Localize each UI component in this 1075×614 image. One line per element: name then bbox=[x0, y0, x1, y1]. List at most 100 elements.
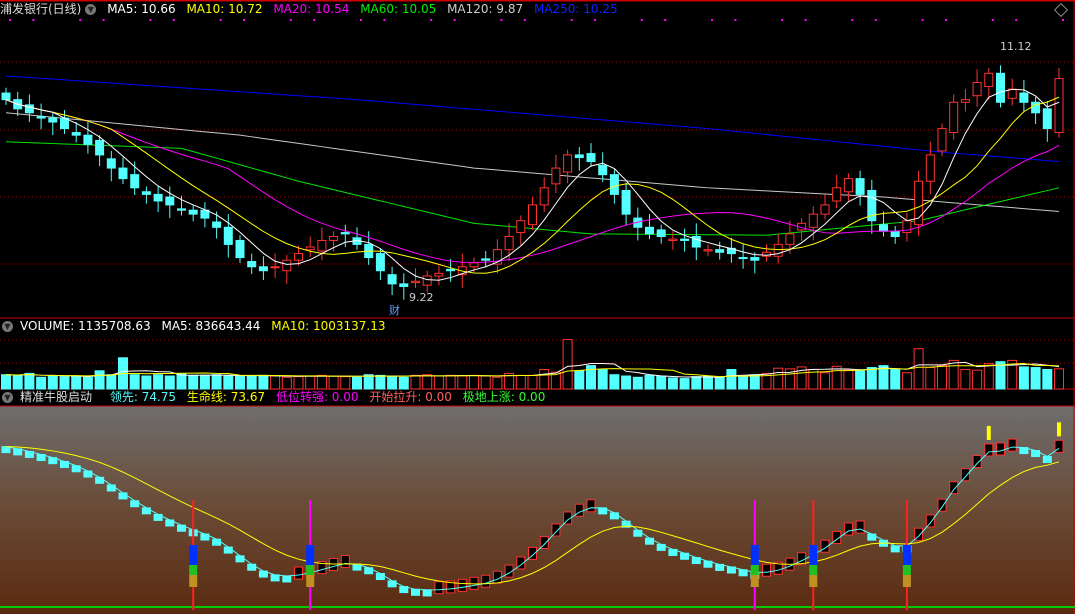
volume-bar bbox=[82, 376, 93, 390]
signal-dot bbox=[32, 19, 35, 21]
signal-dot bbox=[9, 19, 11, 21]
signal-block bbox=[809, 545, 818, 565]
signal-dot bbox=[945, 19, 947, 21]
signal-block bbox=[750, 565, 759, 575]
candle-body bbox=[1, 92, 11, 101]
main-header: 浦发银行(日线) ▼ MA5: 10.66 MA10: 10.72 MA20: 1… bbox=[0, 1, 625, 17]
chevron-down-icon[interactable]: ▼ bbox=[85, 4, 97, 15]
signal-block bbox=[750, 575, 759, 587]
volume-bar bbox=[305, 375, 316, 390]
signal-dot bbox=[921, 19, 924, 21]
ma10-value: MA10: 10.72 bbox=[186, 2, 263, 16]
indicator-bar bbox=[633, 529, 643, 537]
volume-bar bbox=[972, 369, 983, 390]
volume-bar bbox=[398, 376, 409, 390]
signal-dot bbox=[991, 19, 994, 21]
candle-body bbox=[411, 280, 420, 284]
volume-bar bbox=[866, 367, 877, 390]
signal-dot bbox=[570, 19, 573, 21]
finance-event-marker[interactable]: 财 bbox=[389, 302, 400, 318]
volume-bar bbox=[281, 376, 292, 390]
volume-bar bbox=[960, 369, 971, 390]
volume-bar bbox=[129, 374, 140, 390]
candle-body bbox=[294, 253, 303, 261]
stock-chart[interactable] bbox=[0, 0, 1075, 614]
chevron-down-icon[interactable]: ▼ bbox=[2, 392, 13, 403]
volume-bar bbox=[36, 376, 47, 390]
volume-bar bbox=[211, 374, 222, 390]
candle-body bbox=[832, 187, 842, 202]
candle-body bbox=[738, 257, 748, 260]
candle-body bbox=[750, 257, 760, 261]
high-price-label: 11.12 bbox=[1000, 40, 1032, 53]
volume-bar bbox=[1054, 368, 1064, 390]
life-line-value: 生命线: 73.67 bbox=[186, 390, 266, 404]
indicator-bar bbox=[645, 537, 654, 545]
indicator-bar bbox=[937, 498, 947, 512]
volume-bar bbox=[270, 375, 281, 390]
candle-body bbox=[703, 249, 713, 252]
volume-bar bbox=[164, 375, 175, 390]
signal-dot bbox=[664, 19, 667, 21]
chevron-down-icon[interactable]: ▼ bbox=[2, 321, 13, 332]
candle-body bbox=[586, 153, 596, 162]
volume-bar bbox=[621, 375, 632, 390]
volume-bar bbox=[515, 374, 526, 390]
candle-body bbox=[340, 232, 350, 235]
indicator-bar bbox=[422, 589, 432, 597]
volume-bar bbox=[597, 369, 608, 390]
volume-bar bbox=[352, 376, 362, 390]
candle-body bbox=[223, 226, 233, 245]
indicator-bar bbox=[294, 566, 303, 580]
candle-body bbox=[539, 187, 549, 206]
candle-body bbox=[984, 72, 994, 87]
signal-block bbox=[750, 545, 759, 565]
volume-bar bbox=[820, 372, 830, 390]
volume-bar bbox=[773, 367, 784, 390]
signal-dot bbox=[781, 19, 784, 21]
volume-bar bbox=[726, 369, 737, 390]
volume-bar bbox=[106, 374, 117, 390]
candle-body bbox=[785, 233, 795, 245]
candle-body bbox=[153, 193, 163, 202]
volume-ma10-line bbox=[5, 362, 1060, 378]
volume-bar bbox=[176, 373, 187, 390]
candle-body bbox=[563, 154, 573, 173]
candle-body bbox=[528, 204, 537, 226]
volume-bar bbox=[749, 374, 760, 390]
signal-dot bbox=[243, 19, 245, 21]
volume-bar bbox=[843, 369, 854, 390]
volume-value: VOLUME: 1135708.63 bbox=[20, 319, 151, 333]
candle-body bbox=[609, 174, 619, 195]
signal-block bbox=[809, 575, 818, 587]
volume-bar bbox=[1042, 369, 1053, 390]
indicator-bar bbox=[235, 555, 245, 563]
volume-bar bbox=[433, 375, 444, 390]
indicator-title: 精准牛股启动 bbox=[20, 390, 93, 404]
volume-bar bbox=[703, 375, 713, 390]
indicator-bar bbox=[855, 520, 865, 534]
volume-bar bbox=[246, 375, 257, 390]
indicator-bar bbox=[282, 575, 292, 583]
signal-block bbox=[189, 575, 198, 587]
candle-body bbox=[843, 178, 853, 193]
candle-body bbox=[574, 154, 584, 159]
volume-bar bbox=[1, 374, 11, 390]
stock-title: 浦发银行(日线) bbox=[0, 2, 82, 16]
volume-bar bbox=[223, 375, 234, 390]
candle-body bbox=[645, 226, 654, 235]
volume-bar bbox=[1030, 367, 1041, 390]
volume-bar bbox=[632, 376, 643, 390]
candle-body bbox=[937, 128, 947, 152]
volume-bar bbox=[609, 374, 620, 390]
candle-body bbox=[656, 229, 666, 238]
candle-body bbox=[375, 253, 385, 272]
volume-ma5: MA5: 836643.44 bbox=[161, 319, 261, 333]
candle-body bbox=[715, 249, 725, 253]
signal-block bbox=[306, 565, 315, 575]
volume-bar bbox=[831, 365, 842, 390]
ma20-line bbox=[5, 99, 1060, 263]
volume-bar bbox=[12, 374, 23, 390]
volume-bar bbox=[983, 363, 994, 390]
candle-body bbox=[247, 261, 257, 268]
